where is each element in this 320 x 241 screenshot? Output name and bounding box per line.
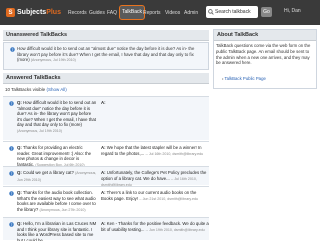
- question-text: Could we get a library cat?: [22, 170, 74, 175]
- unanswered-list-item[interactable]: ? How difficult would it be to send out …: [3, 42, 209, 70]
- user-greeting[interactable]: Hi, Dan: [284, 8, 301, 14]
- about-talkback-panel: About TalkBack TalkBack questions come v…: [213, 29, 317, 89]
- table-row[interactable]: ? Q: Could we get a library cat? (Anonym…: [3, 166, 209, 187]
- svg-text:?: ?: [12, 48, 14, 52]
- nav-reports[interactable]: Reports: [143, 8, 161, 18]
- about-text: TalkBack questions come via the web form…: [216, 43, 311, 66]
- search-icon: [206, 7, 215, 17]
- table-row[interactable]: ? Q: Hello, I'm a librarian in Las Cruce…: [3, 217, 209, 241]
- unanswered-heading: Unanswered TalkBacks: [3, 30, 209, 41]
- nav-admin[interactable]: Admin: [184, 8, 198, 18]
- unanswered-meta: (Anonymous, Jul 19th 2010): [30, 58, 76, 63]
- svg-text:?: ?: [11, 192, 13, 196]
- answer-meta: -- Jun 19th 2010, dsmith@library.edu: [145, 227, 205, 232]
- question-meta: (Anonymous, Jul 19th 2010): [17, 128, 62, 133]
- table-row[interactable]: ? Q: Thanks for providing an electric re…: [3, 141, 209, 167]
- logo[interactable]: S SubjectsPlus: [6, 6, 61, 19]
- answer-meta: -- Jun 21st 2010, dsmith@library.edu: [139, 196, 198, 201]
- svg-text:?: ?: [11, 172, 13, 176]
- bullet-icon: •: [222, 76, 224, 81]
- top-nav-bar: S SubjectsPlus Records Guides FAQ TalkBa…: [0, 0, 320, 25]
- nav-faq[interactable]: FAQ: [107, 8, 117, 18]
- search-go-button[interactable]: Go: [261, 7, 272, 17]
- question-icon: ?: [9, 191, 14, 196]
- talkback-public-page-link[interactable]: TalkBack Public Page: [225, 76, 266, 81]
- svg-text:?: ?: [11, 223, 13, 227]
- nav-records[interactable]: Records: [68, 8, 87, 18]
- table-row[interactable]: ? Q: How difficult would it be to send o…: [3, 96, 209, 140]
- question-icon: ?: [10, 47, 15, 52]
- about-heading: About TalkBack: [214, 30, 316, 41]
- answered-heading: Answered TalkBacks: [3, 73, 209, 84]
- question-icon: ?: [9, 146, 14, 151]
- nav-guides[interactable]: Guides: [89, 8, 105, 18]
- show-all-link[interactable]: (Show All): [46, 87, 66, 92]
- svg-text:?: ?: [11, 147, 13, 151]
- logo-mark-icon: S: [6, 8, 15, 17]
- search-input-text: Search talkback: [215, 9, 251, 15]
- table-row[interactable]: ? Q: Thanks for the audio book collectio…: [3, 186, 209, 216]
- question-icon: ?: [9, 101, 14, 106]
- question-icon: ?: [9, 222, 14, 227]
- brand-name: Subjects: [17, 9, 47, 16]
- nav-talkback[interactable]: TalkBack: [119, 5, 146, 20]
- question-text: How difficult would it be to send out an…: [17, 100, 97, 128]
- brand-name-suffix: Plus: [46, 9, 61, 16]
- answer-label: A:: [101, 100, 106, 105]
- search-input[interactable]: Search talkback: [206, 6, 258, 18]
- question-text: Hello, I'm a librarian in Las Cruces NM …: [17, 221, 97, 241]
- svg-text:?: ?: [11, 102, 13, 106]
- question-icon: ?: [9, 171, 14, 176]
- visible-count: 10 TalkBacks visible: [5, 87, 46, 92]
- answer-meta: -- Jul 16th 2010, dsmith@library.edu: [145, 151, 204, 156]
- question-meta: (Anonymous, Jun 27th 2010): [39, 207, 86, 212]
- nav-videos[interactable]: Videos: [165, 8, 180, 18]
